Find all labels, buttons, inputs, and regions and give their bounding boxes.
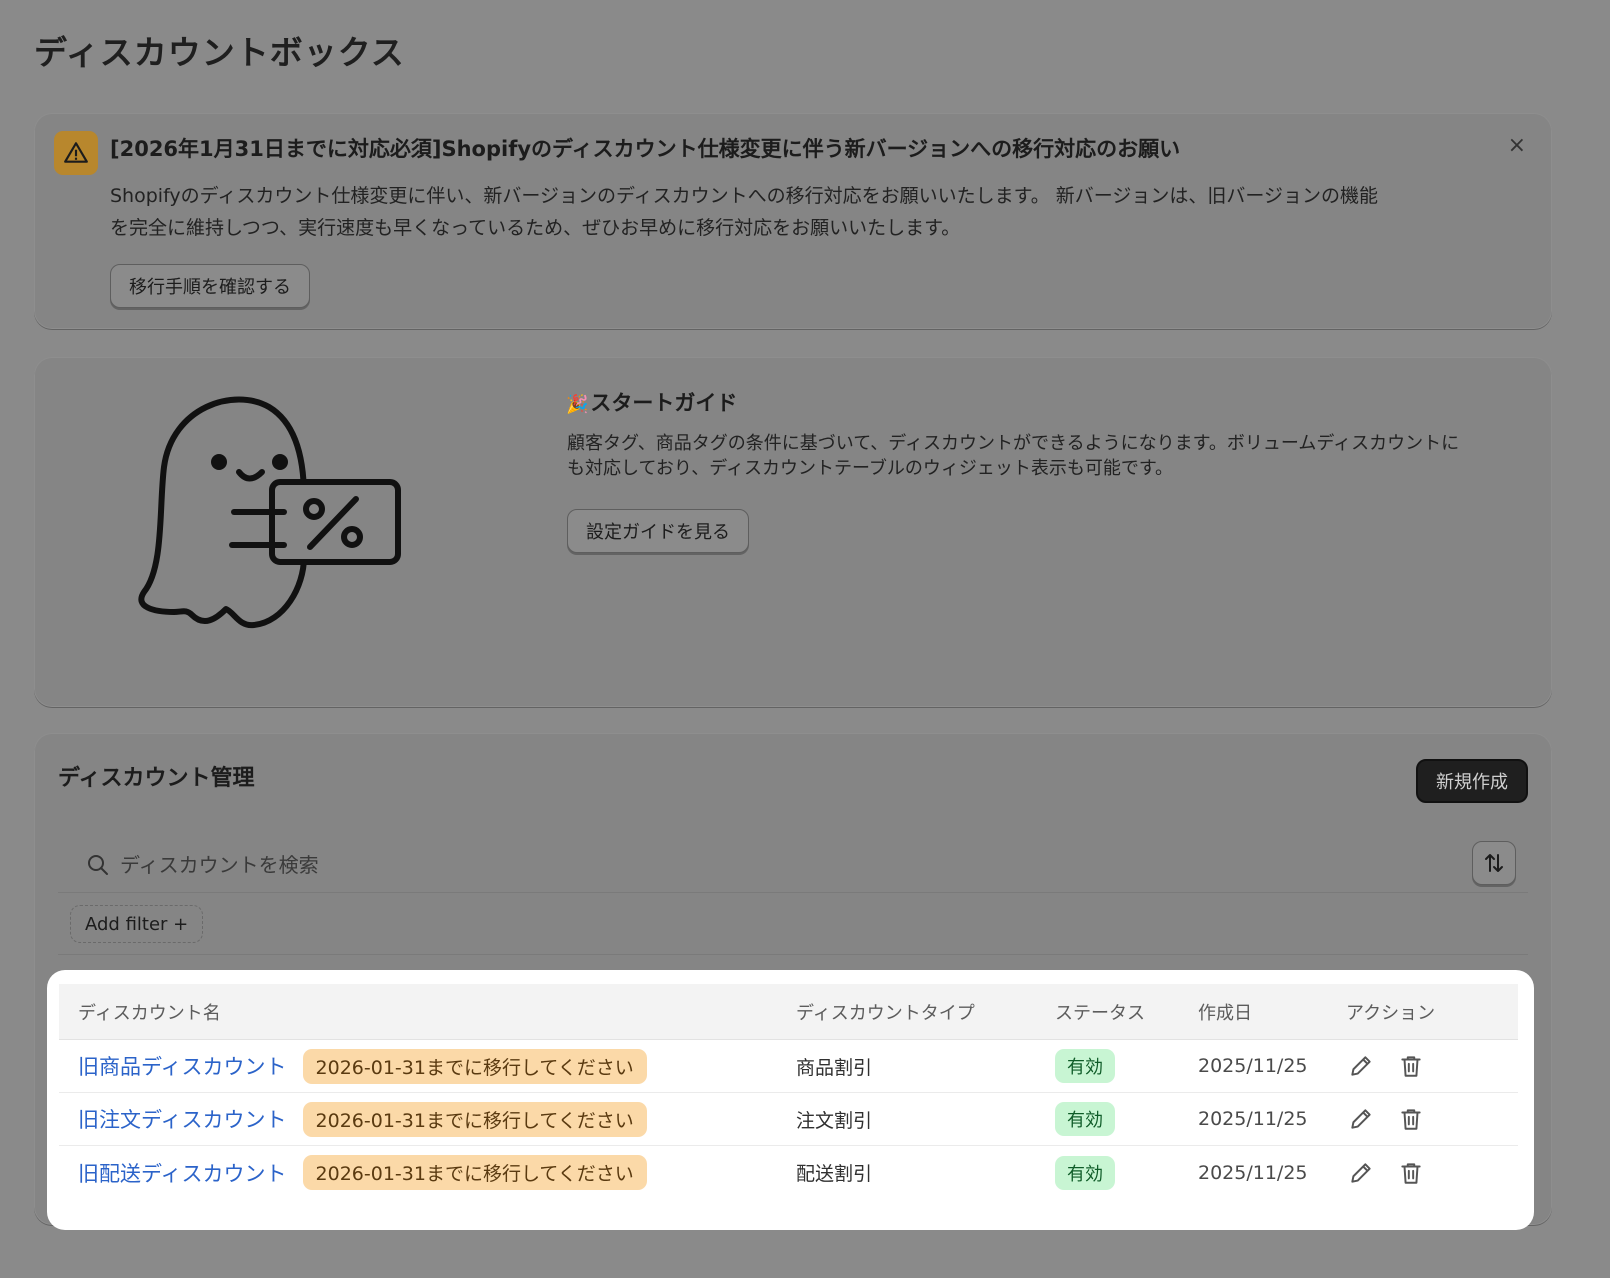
party-popper-icon: 🎉 bbox=[566, 394, 589, 415]
column-header-status[interactable]: ステータス bbox=[1055, 984, 1145, 1039]
discount-name-link[interactable]: 旧配送ディスカウント bbox=[78, 1158, 287, 1188]
banner-body-line: を完全に維持しつつ、実行速度も早くなっているため、ぜひお早めに移行対応をお願いい… bbox=[110, 217, 961, 239]
search-bar bbox=[58, 841, 1528, 893]
column-header-type[interactable]: ディスカウントタイプ bbox=[796, 984, 975, 1039]
status-badge: 有効 bbox=[1055, 1049, 1115, 1083]
pencil-icon[interactable] bbox=[1346, 1158, 1376, 1188]
discount-type: 注文割引 bbox=[796, 1109, 873, 1132]
created-date: 2025/11/25 bbox=[1198, 1161, 1308, 1184]
filter-row: Add filter + bbox=[58, 893, 1528, 955]
ghost-illustration bbox=[134, 387, 424, 641]
trash-icon[interactable] bbox=[1396, 1158, 1426, 1188]
table-row: 旧商品ディスカウント 2026-01-31までに移行してください 商品割引 有効… bbox=[59, 1040, 1518, 1093]
warning-icon bbox=[54, 131, 98, 175]
migration-deadline-badge: 2026-01-31までに移行してください bbox=[302, 1101, 647, 1137]
table-row: 旧配送ディスカウント 2026-01-31までに移行してください 配送割引 有効… bbox=[59, 1146, 1518, 1199]
status-badge: 有効 bbox=[1055, 1102, 1115, 1136]
column-header-created[interactable]: 作成日 bbox=[1198, 984, 1252, 1039]
pencil-icon[interactable] bbox=[1346, 1051, 1376, 1081]
guide-title: 🎉スタートガイド bbox=[566, 387, 737, 417]
guide-title-text: スタートガイド bbox=[590, 391, 738, 415]
migration-steps-button[interactable]: 移行手順を確認する bbox=[110, 264, 310, 308]
create-new-button[interactable]: 新規作成 bbox=[1416, 759, 1528, 803]
migration-deadline-badge: 2026-01-31までに移行してください bbox=[302, 1155, 647, 1190]
created-date: 2025/11/25 bbox=[1198, 1055, 1308, 1077]
migration-deadline-badge: 2026-01-31までに移行してください bbox=[302, 1048, 647, 1084]
discount-table: ディスカウント名 ディスカウントタイプ ステータス 作成日 アクション 旧商品デ… bbox=[59, 984, 1518, 1199]
discount-name-link[interactable]: 旧商品ディスカウント bbox=[78, 1051, 287, 1081]
start-guide-card: 🎉スタートガイド 顧客タグ、商品タグの条件に基づいて、ディスカウントができるよう… bbox=[34, 357, 1552, 707]
column-header-name[interactable]: ディスカウント名 bbox=[78, 984, 221, 1039]
table-row: 旧注文ディスカウント 2026-01-31までに移行してください 注文割引 有効… bbox=[59, 1093, 1518, 1146]
add-filter-button[interactable]: Add filter + bbox=[70, 905, 204, 943]
close-icon[interactable]: × bbox=[1508, 133, 1526, 158]
guide-body-line: も対応しており、ディスカウントテーブルのウィジェット表示も可能です。 bbox=[567, 458, 1174, 479]
discount-table-panel: ディスカウント名 ディスカウントタイプ ステータス 作成日 アクション 旧商品デ… bbox=[47, 970, 1534, 1230]
page-title: ディスカウントボックス bbox=[34, 33, 405, 72]
search-icon bbox=[86, 853, 110, 881]
status-badge: 有効 bbox=[1055, 1155, 1115, 1190]
guide-body: 顧客タグ、商品タグの条件に基づいて、ディスカウントができるようになります。ボリュ… bbox=[567, 431, 1517, 481]
discount-name-link[interactable]: 旧注文ディスカウント bbox=[78, 1104, 287, 1134]
section-title: ディスカウント管理 bbox=[58, 766, 255, 791]
trash-icon[interactable] bbox=[1396, 1104, 1426, 1134]
created-date: 2025/11/25 bbox=[1198, 1108, 1308, 1130]
trash-icon[interactable] bbox=[1396, 1051, 1426, 1081]
pencil-icon[interactable] bbox=[1346, 1104, 1376, 1134]
table-header: ディスカウント名 ディスカウントタイプ ステータス 作成日 アクション bbox=[59, 984, 1518, 1040]
search-input[interactable] bbox=[120, 847, 1120, 883]
guide-body-line: 顧客タグ、商品タグの条件に基づいて、ディスカウントができるようになります。ボリュ… bbox=[567, 433, 1460, 454]
setup-guide-button[interactable]: 設定ガイドを見る bbox=[567, 509, 749, 553]
discount-type: 配送割引 bbox=[796, 1163, 873, 1185]
banner-body: Shopifyのディスカウント仕様変更に伴い、新バージョンのディスカウントへの移… bbox=[110, 180, 1530, 244]
migration-banner: [2026年1月31日までに対応必須]Shopifyのディスカウント仕様変更に伴… bbox=[34, 113, 1552, 329]
banner-title: [2026年1月31日までに対応必須]Shopifyのディスカウント仕様変更に伴… bbox=[110, 137, 1181, 161]
sort-icon[interactable] bbox=[1472, 841, 1516, 885]
banner-body-line: Shopifyのディスカウント仕様変更に伴い、新バージョンのディスカウントへの移… bbox=[110, 185, 1379, 207]
column-header-action: アクション bbox=[1346, 1002, 1436, 1024]
discount-type: 商品割引 bbox=[796, 1056, 873, 1079]
